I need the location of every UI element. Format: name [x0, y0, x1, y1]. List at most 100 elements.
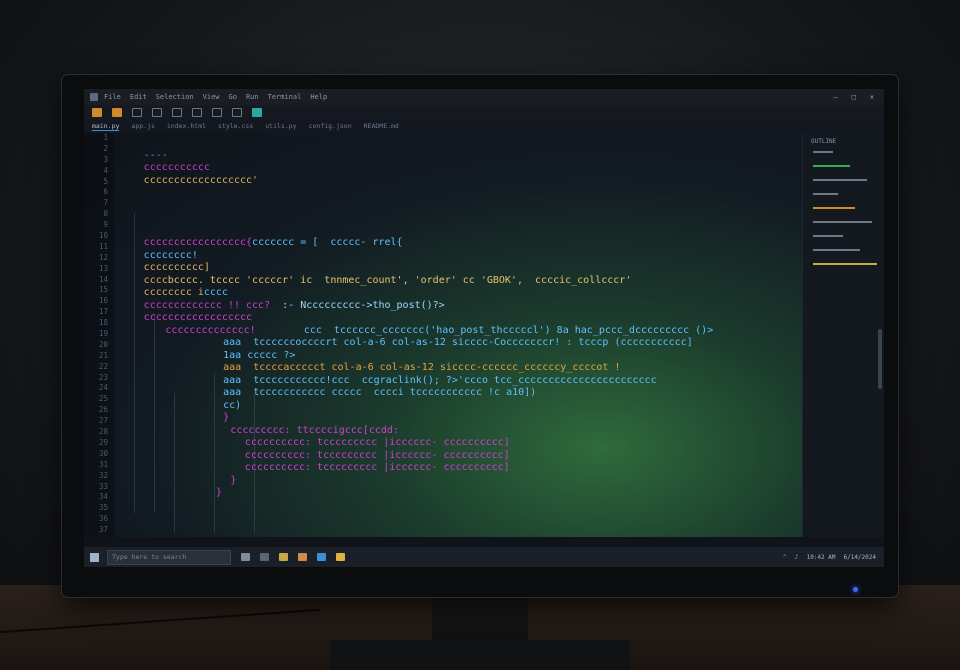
code-line: aaa tccccccccccc ccccc cccci tcccccccccc…	[223, 387, 536, 398]
line-number: 15	[98, 285, 108, 295]
menu-terminal[interactable]: Terminal	[268, 93, 302, 101]
line-number: 12	[98, 252, 108, 262]
code-token: ccc tcccccc_ccccccc('hao_post_thcccccl')…	[255, 324, 714, 336]
code-token: aaa tccccccoccccrt col-a-6 col-as-12 sic…	[223, 337, 693, 348]
toolbar	[84, 105, 884, 119]
code-token: ccccccccccc	[143, 162, 210, 173]
editor-scrollbar[interactable]	[878, 329, 882, 389]
menu-selection[interactable]: Selection	[156, 93, 194, 101]
code-token: }	[215, 487, 222, 498]
tab-readme[interactable]: README.md	[364, 122, 399, 130]
code-line: cccccccccc: tccccccccc |icccccc- ccccccc…	[245, 462, 510, 473]
line-number: 30	[98, 448, 108, 458]
tab-app-js[interactable]: app.js	[131, 122, 154, 130]
indent-guide	[214, 373, 215, 533]
menu-edit[interactable]: Edit	[130, 93, 147, 101]
terminal-icon[interactable]	[212, 107, 222, 117]
debug-icon[interactable]	[112, 107, 122, 117]
menu-run[interactable]: Run	[246, 93, 259, 101]
line-number: 11	[98, 241, 108, 251]
code-line: cccccccccc: tccccccccc |icccccc- ccccccc…	[245, 450, 510, 461]
outline-panel[interactable]: OUTLINE	[802, 133, 884, 537]
code-line: cc)	[223, 400, 241, 411]
code-token: ----	[143, 149, 168, 161]
taskbar-search-input[interactable]: Type here to search	[107, 549, 231, 565]
code-token: cccccccccc: tccccccccc |icccccc- ccccccc…	[244, 437, 510, 448]
tab-utils-py[interactable]: utils.py	[265, 122, 296, 130]
outline-entry	[813, 221, 872, 223]
line-number: 34	[98, 492, 108, 502]
file-explorer-icon[interactable]	[279, 553, 288, 561]
run-icon[interactable]	[92, 107, 102, 117]
code-line: cccccccc!	[144, 250, 198, 261]
code-token: ccccccccccccccccc{	[143, 237, 253, 248]
menu-help[interactable]: Help	[310, 93, 327, 101]
line-number: 37	[98, 525, 108, 535]
split-icon[interactable]	[192, 107, 202, 117]
system-tray: ⌃ ♪ 10:42 AM 6/14/2024	[783, 553, 876, 561]
maximize-button[interactable]: □	[852, 93, 856, 101]
close-button[interactable]: ✕	[870, 93, 874, 101]
outline-entry	[813, 263, 877, 265]
save-icon[interactable]	[132, 107, 142, 117]
tab-config-json[interactable]: config.json	[309, 122, 352, 130]
clock-time[interactable]: 10:42 AM	[807, 554, 836, 561]
minimize-button[interactable]: –	[833, 93, 837, 101]
tab-style-css[interactable]: style.css	[218, 122, 253, 130]
code-token: cccccccccccccccccc'	[143, 174, 259, 186]
code-line: cccccccccccccccccc	[144, 312, 252, 323]
taskbar: Type here to search ⌃ ♪ 10:42 AM 6/14/20…	[84, 547, 884, 567]
network-icon[interactable]: ⌃	[783, 553, 787, 561]
browser-icon[interactable]	[260, 553, 269, 561]
app-icon-orange[interactable]	[298, 553, 307, 561]
extension-icon[interactable]	[252, 107, 262, 117]
clock-date[interactable]: 6/14/2024	[843, 554, 876, 561]
code-token: aaa tccccccccccc ccccc cccci tcccccccccc…	[223, 387, 537, 398]
code-token: aaa tccccccccccc!ccc ccgraclink(); ?>'cc…	[223, 374, 657, 386]
code-line: }	[216, 487, 222, 498]
menu-view[interactable]: View	[203, 93, 220, 101]
monitor-stand-base	[330, 640, 630, 670]
line-number: 20	[98, 339, 108, 349]
tab-bar: main.py app.js index.html style.css util…	[84, 119, 884, 133]
volume-icon[interactable]: ♪	[795, 553, 799, 561]
line-number: 7	[103, 198, 108, 208]
line-number: 28	[98, 427, 108, 437]
menu-go[interactable]: Go	[229, 93, 237, 101]
line-number: 5	[103, 176, 108, 186]
line-number: 32	[98, 470, 108, 480]
menu-file[interactable]: File	[104, 93, 121, 101]
settings-icon[interactable]	[232, 107, 242, 117]
code-token: bcccc. tcccc 'cccccr' ic tnnmec_count', …	[167, 274, 632, 286]
line-number: 23	[98, 372, 108, 382]
outline-entry	[813, 165, 850, 167]
code-token: cccccccccccccccccc	[143, 312, 253, 323]
task-view-icon[interactable]	[241, 553, 250, 561]
line-number: 10	[98, 231, 108, 241]
code-line: cccccccccc: tccccccccc |icccccc- ccccccc…	[245, 437, 510, 448]
outline-entry	[813, 207, 855, 209]
line-number: 31	[98, 459, 108, 469]
outline-entry	[813, 193, 838, 195]
line-number: 16	[98, 296, 108, 306]
code-editor[interactable]: 1 2 3 4 5 6 7 8 9 10 11 12 13 14 15 16 17 18 19 20 21 22 23 24 2…	[84, 133, 802, 537]
code-line: cccccccccc]	[144, 262, 210, 273]
line-number: 29	[98, 437, 108, 447]
redo-icon[interactable]	[172, 107, 182, 117]
tab-main-py[interactable]: main.py	[92, 122, 120, 131]
folder-icon[interactable]	[336, 553, 345, 561]
tab-index-html[interactable]: index.html	[167, 122, 206, 130]
code-area[interactable]: ---- ccccccccccc cccccccccccccccccc' cccccc…	[114, 133, 802, 537]
outline-title: OUTLINE	[811, 138, 837, 145]
app-logo-icon	[90, 93, 98, 101]
code-token: :- Nccccccccc->tho_post()?>	[270, 299, 445, 311]
code-line: cccccccccccccc! ccc tcccccc_ccccccc('hao…	[165, 325, 713, 336]
line-number: 19	[98, 329, 108, 339]
undo-icon[interactable]	[152, 107, 162, 117]
code-editor-icon[interactable]	[317, 553, 326, 561]
indent-guide	[134, 213, 135, 513]
start-menu-icon[interactable]	[90, 552, 99, 562]
code-line: ccccbcccc. tcccc 'cccccr' ic tnnmec_coun…	[144, 275, 632, 286]
code-token: ccccccccccccc !! ccc?	[143, 299, 271, 311]
line-number: 24	[98, 383, 108, 393]
